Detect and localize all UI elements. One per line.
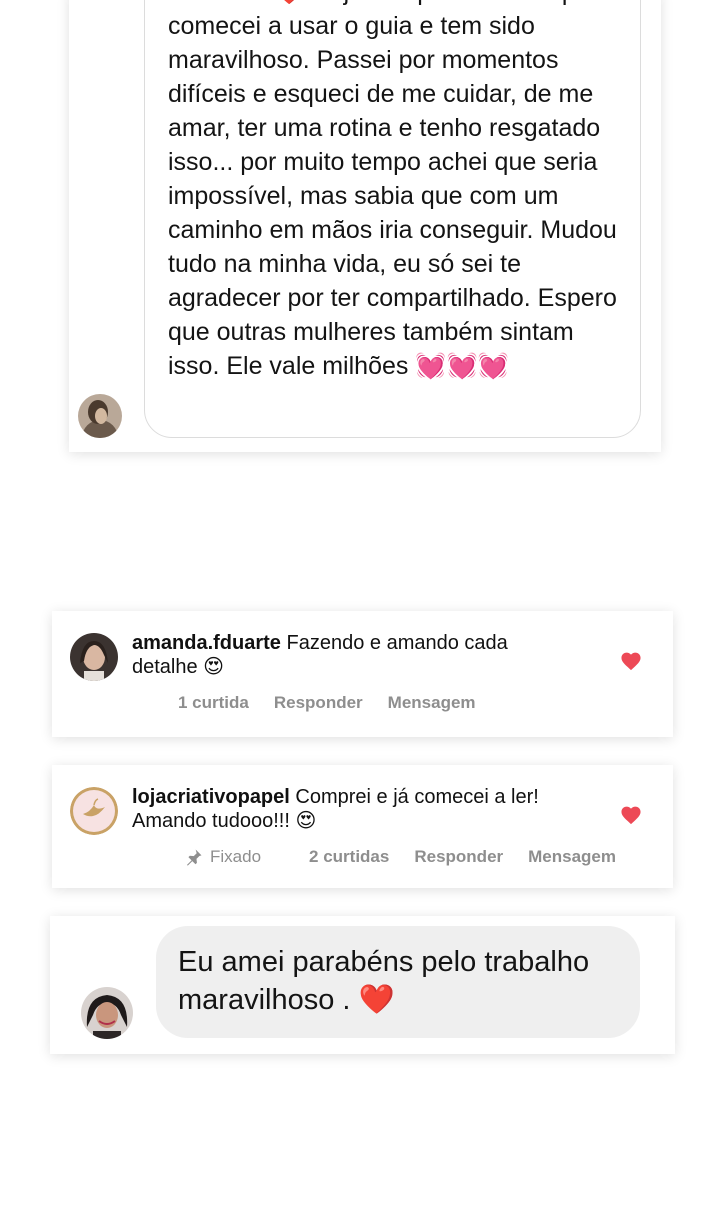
comment-actions: Fixado 2 curtidas Responder Mensagem	[184, 847, 641, 867]
comment-text: lojacriativopapel Comprei e já comecei a…	[132, 785, 572, 833]
message-text: Bom dia! ❤️ Hoje completa 1 mês que come…	[168, 0, 617, 380]
avatar[interactable]	[78, 394, 122, 438]
message-button[interactable]: Mensagem	[388, 693, 476, 713]
reply-button[interactable]: Responder	[414, 847, 503, 867]
comment-username[interactable]: amanda.fduarte	[132, 632, 281, 654]
heart-icon[interactable]	[620, 805, 642, 825]
pin-icon	[187, 849, 202, 866]
likes-count[interactable]: 2 curtidas	[309, 847, 389, 867]
avatar[interactable]	[70, 787, 118, 835]
pinned-text: Fixado	[210, 847, 262, 866]
comment-card: lojacriativopapel Comprei e já comecei a…	[52, 765, 673, 888]
dm-message-card: Bom dia! ❤️ Hoje completa 1 mês que come…	[69, 0, 661, 452]
likes-count[interactable]: 1 curtida	[178, 693, 249, 713]
comment-card: amanda.fduarte Fazendo e amando cada det…	[52, 611, 673, 737]
comment-actions: 1 curtida Responder Mensagem	[178, 693, 501, 713]
avatar[interactable]	[81, 987, 133, 1039]
dm-message-card: Eu amei parabéns pelo trabalho maravilho…	[50, 916, 675, 1054]
message-button[interactable]: Mensagem	[528, 847, 616, 867]
comment-username[interactable]: lojacriativopapel	[132, 786, 290, 808]
message-text: Eu amei parabéns pelo trabalho maravilho…	[178, 946, 590, 1016]
pinned-label: Fixado	[184, 847, 286, 867]
reply-button[interactable]: Responder	[274, 693, 363, 713]
heart-icon[interactable]	[620, 651, 642, 671]
avatar[interactable]	[70, 633, 118, 681]
comment-text: amanda.fduarte Fazendo e amando cada det…	[132, 631, 572, 679]
